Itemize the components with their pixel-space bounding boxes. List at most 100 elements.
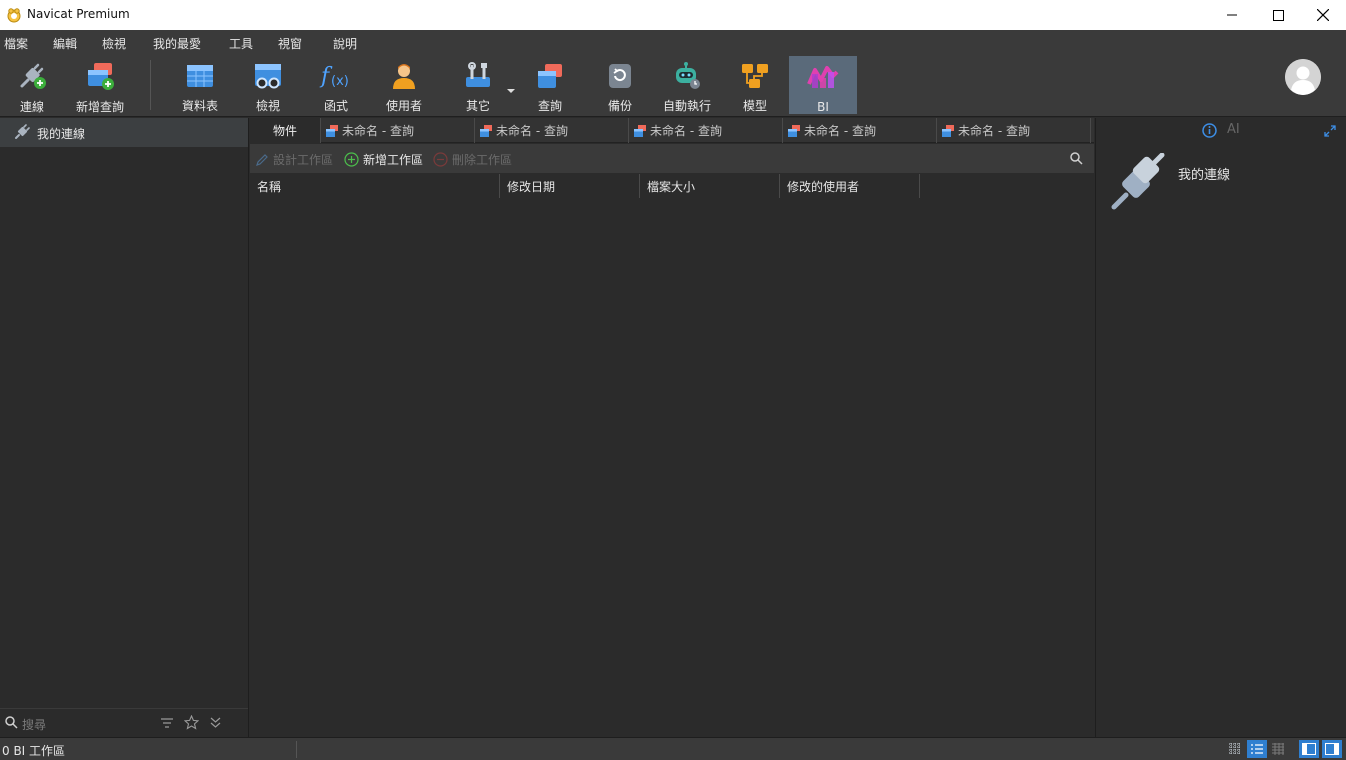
remove-circle-icon bbox=[433, 152, 448, 167]
tools-icon bbox=[466, 61, 490, 87]
add-circle-icon bbox=[344, 152, 359, 167]
expand-icon[interactable] bbox=[1324, 125, 1336, 137]
tab-query-label: 未命名 - 查詢 bbox=[804, 124, 876, 138]
chevron-down-icon bbox=[507, 89, 515, 93]
bi-button[interactable]: BI bbox=[789, 56, 857, 114]
main-content: 物件 未命名 - 查詢 未命名 - 查詢 未命名 - 查詢 未命名 - 查詢 未… bbox=[250, 118, 1094, 737]
automation-label: 自動執行 bbox=[662, 99, 711, 113]
column-modified-user[interactable]: 修改的使用者 bbox=[780, 174, 920, 198]
column-name[interactable]: 名稱 bbox=[250, 174, 500, 198]
tab-query-label: 未命名 - 查詢 bbox=[496, 124, 568, 138]
tab-objects[interactable]: 物件 bbox=[250, 118, 321, 143]
grid-icon bbox=[1229, 743, 1241, 755]
column-modified-date[interactable]: 修改日期 bbox=[500, 174, 640, 198]
connection-tree-item[interactable]: 我的連線 bbox=[0, 118, 248, 147]
toggle-left-pane-button[interactable] bbox=[1299, 740, 1319, 758]
query-icon bbox=[326, 124, 338, 137]
right-pane-icon bbox=[1325, 743, 1339, 755]
tab-query-1[interactable]: 未命名 - 查詢 bbox=[321, 118, 475, 143]
maximize-button[interactable] bbox=[1255, 0, 1301, 30]
function-label: 函式 bbox=[323, 99, 348, 113]
connection-plug-icon bbox=[1111, 153, 1165, 210]
tab-query-label: 未命名 - 查詢 bbox=[958, 124, 1030, 138]
main-toolbar: 連線 新增查詢 資料表 檢視 f (x) 函式 使用者 其它 查詢 備份 自動執… bbox=[0, 54, 1346, 117]
tab-query-2[interactable]: 未命名 - 查詢 bbox=[475, 118, 629, 143]
user-icon bbox=[393, 63, 415, 89]
menu-window[interactable]: 視窗 bbox=[278, 35, 302, 52]
filter-icon[interactable] bbox=[160, 717, 174, 729]
view-button[interactable]: 檢視 bbox=[240, 56, 296, 114]
menu-edit[interactable]: 編輯 bbox=[53, 35, 77, 52]
status-text: 0 BI 工作區 bbox=[2, 744, 66, 758]
connection-plug-icon bbox=[20, 63, 46, 89]
automation-button[interactable]: 自動執行 bbox=[658, 56, 716, 114]
info-panel: AI 我的連線 bbox=[1095, 118, 1346, 737]
close-button[interactable] bbox=[1300, 0, 1346, 30]
tab-query-label: 未命名 - 查詢 bbox=[342, 124, 414, 138]
navicat-logo-icon bbox=[7, 8, 21, 23]
model-icon bbox=[742, 63, 768, 88]
others-label: 其它 bbox=[465, 99, 490, 113]
minimize-button[interactable] bbox=[1209, 0, 1255, 30]
delete-workspace-button[interactable]: 刪除工作區 bbox=[433, 151, 512, 168]
new-query-icon bbox=[88, 63, 114, 90]
connection-button[interactable]: 連線 bbox=[4, 56, 60, 114]
design-workspace-label: 設計工作區 bbox=[273, 153, 334, 167]
detail-grid-icon bbox=[1272, 743, 1284, 755]
menu-view[interactable]: 檢視 bbox=[102, 35, 126, 52]
toolbar-separator bbox=[150, 60, 151, 110]
grid-view-button[interactable] bbox=[1225, 740, 1245, 758]
backup-button[interactable]: 備份 bbox=[592, 56, 648, 114]
connection-tree-label: 我的連線 bbox=[37, 127, 86, 141]
tab-query-4[interactable]: 未命名 - 查詢 bbox=[783, 118, 937, 143]
new-query-label: 新增查詢 bbox=[75, 100, 124, 114]
new-workspace-button[interactable]: 新增工作區 bbox=[344, 151, 423, 168]
search-input[interactable]: 搜尋 bbox=[22, 716, 46, 733]
user-label: 使用者 bbox=[385, 99, 422, 113]
query-icon bbox=[942, 124, 954, 137]
menu-tools[interactable]: 工具 bbox=[229, 35, 253, 52]
column-file-size[interactable]: 檔案大小 bbox=[640, 174, 780, 198]
status-separator bbox=[296, 741, 297, 758]
table-button[interactable]: 資料表 bbox=[170, 56, 230, 114]
tab-objects-label: 物件 bbox=[272, 124, 297, 138]
function-button[interactable]: f (x) 函式 bbox=[310, 56, 362, 114]
tab-query-3[interactable]: 未命名 - 查詢 bbox=[629, 118, 783, 143]
svg-text:(x): (x) bbox=[331, 74, 349, 89]
info-icon[interactable] bbox=[1202, 123, 1217, 138]
star-icon[interactable] bbox=[184, 715, 199, 730]
list-view-button[interactable] bbox=[1247, 740, 1267, 758]
menu-file[interactable]: 檔案 bbox=[4, 35, 28, 52]
user-button[interactable]: 使用者 bbox=[376, 56, 432, 114]
query-icon bbox=[538, 63, 562, 88]
connection-plug-icon bbox=[15, 124, 30, 139]
collapse-icon[interactable] bbox=[209, 716, 222, 729]
model-button[interactable]: 模型 bbox=[727, 56, 783, 114]
design-workspace-button[interactable]: 設計工作區 bbox=[255, 151, 333, 168]
user-avatar[interactable] bbox=[1285, 59, 1321, 95]
tab-bar: 物件 未命名 - 查詢 未命名 - 查詢 未命名 - 查詢 未命名 - 查詢 未… bbox=[250, 118, 1094, 143]
menu-help[interactable]: 說明 bbox=[333, 35, 357, 52]
query-button[interactable]: 查詢 bbox=[522, 56, 578, 114]
title-bar: Navicat Premium bbox=[0, 0, 1346, 30]
toggle-right-pane-button[interactable] bbox=[1322, 740, 1342, 758]
tab-query-5[interactable]: 未命名 - 查詢 bbox=[937, 118, 1091, 143]
robot-icon bbox=[676, 61, 700, 89]
others-dropdown-chevron[interactable] bbox=[507, 83, 515, 97]
search-icon[interactable] bbox=[1070, 152, 1083, 165]
others-button[interactable]: 其它 bbox=[450, 56, 506, 114]
menu-favorites[interactable]: 我的最愛 bbox=[153, 35, 201, 52]
table-icon bbox=[187, 64, 213, 87]
new-query-button[interactable]: 新增查詢 bbox=[66, 56, 134, 114]
function-icon: f (x) bbox=[319, 64, 349, 89]
ai-tab[interactable]: AI bbox=[1227, 122, 1240, 137]
tab-query-label: 未命名 - 查詢 bbox=[650, 124, 722, 138]
avatar-icon bbox=[1285, 59, 1321, 95]
window-title: Navicat Premium bbox=[27, 7, 130, 21]
connection-search-bar: 搜尋 bbox=[0, 708, 248, 737]
delete-workspace-label: 刪除工作區 bbox=[452, 153, 513, 167]
left-pane-icon bbox=[1302, 743, 1316, 755]
model-label: 模型 bbox=[742, 99, 767, 113]
backup-label: 備份 bbox=[607, 99, 632, 113]
detail-view-button[interactable] bbox=[1268, 740, 1288, 758]
